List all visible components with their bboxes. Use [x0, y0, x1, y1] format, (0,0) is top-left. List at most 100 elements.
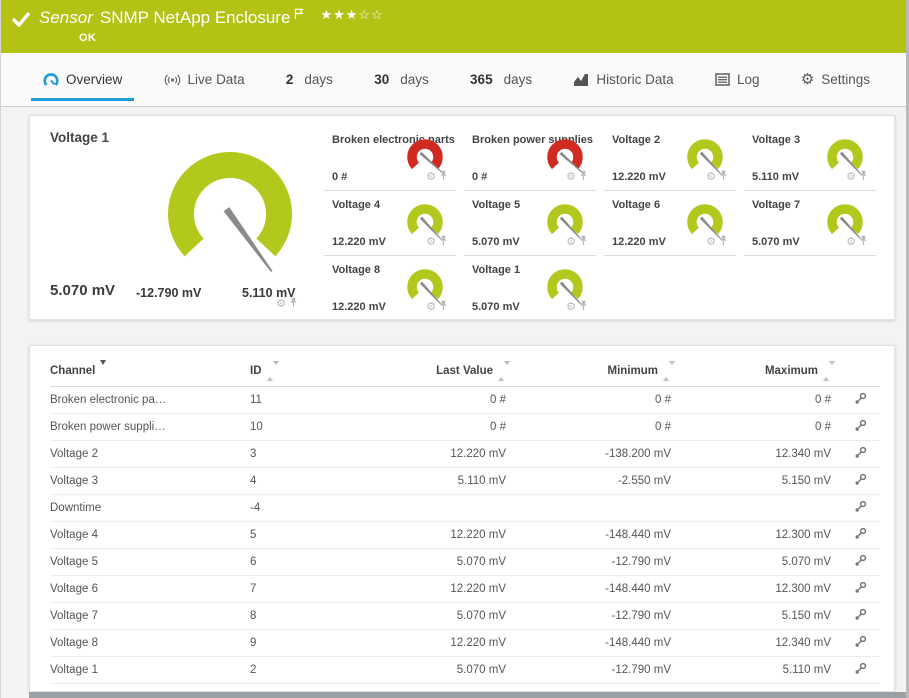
pin-icon[interactable] — [579, 233, 588, 251]
gear-icon[interactable]: ⚙ — [426, 236, 436, 248]
tab-365-days[interactable]: 365 days — [458, 53, 544, 106]
star-empty-icon[interactable]: ☆ — [358, 7, 371, 22]
channel-settings-icon[interactable] — [854, 554, 867, 570]
pin-icon[interactable] — [579, 168, 588, 186]
channel-minimum: -148.440 mV — [516, 521, 681, 549]
gauge-cell[interactable]: Voltage 8 12.220 mV ⚙ — [324, 256, 464, 321]
gauge-actions: ⚙ — [426, 233, 448, 251]
channel-name[interactable]: Voltage 4 — [50, 521, 250, 549]
pin-icon[interactable] — [439, 233, 448, 251]
pin-icon[interactable] — [439, 298, 448, 316]
channel-id: 2 — [250, 656, 368, 684]
star-filled-icon[interactable]: ★ — [320, 7, 333, 22]
gauge-cell[interactable]: Broken electronic parts 0 # ⚙ — [324, 126, 464, 191]
tab-log[interactable]: Log — [703, 53, 772, 106]
gear-icon[interactable]: ⚙ — [566, 301, 576, 313]
pin-icon[interactable] — [719, 168, 728, 186]
channel-id: 7 — [250, 575, 368, 603]
channel-name[interactable]: Broken power suppli… — [50, 413, 250, 441]
gauge-actions: ⚙ — [566, 168, 588, 186]
header-maximum[interactable]: Maximum — [681, 356, 841, 387]
channel-settings-icon[interactable] — [854, 473, 867, 489]
gauge-cell[interactable]: Voltage 1 5.070 mV ⚙ — [464, 256, 604, 321]
table-row[interactable]: Voltage 7 8 5.070 mV -12.790 mV 5.150 mV — [50, 602, 880, 630]
gauge-title: Voltage 1 — [472, 264, 521, 276]
tab-overview[interactable]: Overview — [31, 53, 135, 106]
star-empty-icon[interactable]: ☆ — [371, 7, 384, 22]
table-row[interactable]: Voltage 4 5 12.220 mV -148.440 mV 12.300… — [50, 521, 880, 549]
historic-data-icon — [573, 73, 589, 87]
main-gauge-voltage-1[interactable]: Voltage 1 5.070 mV -12.790 mV 5.110 mV ⚙ — [30, 116, 314, 319]
table-row[interactable]: Voltage 6 7 12.220 mV -148.440 mV 12.300… — [50, 575, 880, 603]
table-row[interactable]: Voltage 1 2 5.070 mV -12.790 mV 5.110 mV — [50, 656, 880, 684]
gear-icon[interactable]: ⚙ — [566, 171, 576, 183]
pin-icon[interactable] — [439, 168, 448, 186]
gear-icon[interactable]: ⚙ — [426, 301, 436, 313]
channel-name[interactable]: Voltage 1 — [50, 656, 250, 684]
channel-settings-icon[interactable] — [854, 419, 867, 435]
table-row[interactable]: Voltage 2 3 12.220 mV -138.200 mV 12.340… — [50, 440, 880, 468]
channels-table: Channel ID Last Value Minimum Maximum Br… — [50, 356, 880, 684]
star-rating[interactable]: ★★★☆☆ — [320, 4, 383, 26]
table-row[interactable]: Voltage 3 4 5.110 mV -2.550 mV 5.150 mV — [50, 467, 880, 495]
channel-maximum: 0 # — [681, 413, 841, 441]
channel-settings-icon[interactable] — [854, 608, 867, 624]
header-minimum[interactable]: Minimum — [516, 356, 681, 387]
tab-settings[interactable]: ⚙ Settings — [789, 53, 882, 106]
gear-icon[interactable]: ⚙ — [566, 236, 576, 248]
tab-live-data[interactable]: Live Data — [152, 53, 257, 106]
star-filled-icon[interactable]: ★ — [333, 7, 346, 22]
channel-settings-icon[interactable] — [854, 392, 867, 408]
star-filled-icon[interactable]: ★ — [346, 7, 359, 22]
gear-icon[interactable]: ⚙ — [276, 298, 286, 310]
table-row[interactable]: Voltage 8 9 12.220 mV -148.440 mV 12.340… — [50, 629, 880, 657]
header-id[interactable]: ID — [250, 356, 368, 387]
channel-name[interactable]: Voltage 7 — [50, 602, 250, 630]
pin-icon[interactable] — [719, 233, 728, 251]
channel-name[interactable]: Voltage 8 — [50, 629, 250, 657]
table-row[interactable]: Downtime -4 — [50, 494, 880, 522]
pin-icon[interactable] — [289, 295, 298, 313]
table-row[interactable]: Broken power suppli… 10 0 # 0 # 0 # — [50, 413, 880, 441]
channel-name[interactable]: Voltage 3 — [50, 467, 250, 495]
channel-name[interactable]: Downtime — [50, 494, 250, 522]
gear-icon[interactable]: ⚙ — [706, 236, 716, 248]
pin-icon[interactable] — [859, 168, 868, 186]
tab-2-days[interactable]: 2 days — [274, 53, 345, 106]
tab-historic-data[interactable]: Historic Data — [561, 53, 685, 106]
gear-icon[interactable]: ⚙ — [706, 171, 716, 183]
pin-icon[interactable] — [859, 233, 868, 251]
gauge-cell[interactable]: Voltage 6 12.220 mV ⚙ — [604, 191, 744, 256]
gauge-cell[interactable]: Voltage 2 12.220 mV ⚙ — [604, 126, 744, 191]
flag-icon[interactable] — [294, 5, 305, 27]
channel-name[interactable]: Voltage 5 — [50, 548, 250, 576]
channel-maximum: 0 # — [681, 386, 841, 414]
gauge-cell[interactable]: Voltage 3 5.110 mV ⚙ — [744, 126, 884, 191]
channel-settings-icon[interactable] — [854, 635, 867, 651]
channel-name[interactable]: Voltage 2 — [50, 440, 250, 468]
gauge-cell[interactable]: Voltage 5 5.070 mV ⚙ — [464, 191, 604, 256]
gauge-actions: ⚙ — [566, 298, 588, 316]
gauge-title: Voltage 4 — [332, 199, 381, 211]
table-row[interactable]: Voltage 5 6 5.070 mV -12.790 mV 5.070 mV — [50, 548, 880, 576]
gear-icon[interactable]: ⚙ — [426, 171, 436, 183]
channel-name[interactable]: Voltage 6 — [50, 575, 250, 603]
gauge-cell[interactable]: Voltage 7 5.070 mV ⚙ — [744, 191, 884, 256]
channel-settings-icon[interactable] — [854, 500, 867, 516]
gauge-cell[interactable]: Voltage 4 12.220 mV ⚙ — [324, 191, 464, 256]
channel-settings-icon[interactable] — [854, 446, 867, 462]
channel-settings-icon[interactable] — [854, 581, 867, 597]
sort-icon — [498, 360, 510, 381]
channel-settings-icon[interactable] — [854, 662, 867, 678]
header-last-value[interactable]: Last Value — [368, 356, 516, 387]
table-row[interactable]: Broken electronic pa… 11 0 # 0 # 0 # — [50, 386, 880, 414]
channel-name[interactable]: Broken electronic pa… — [50, 386, 250, 414]
header-channel[interactable]: Channel — [50, 356, 250, 387]
tab-30-days[interactable]: 30 days — [362, 53, 441, 106]
pin-icon[interactable] — [579, 298, 588, 316]
channel-settings-icon[interactable] — [854, 527, 867, 543]
gear-icon[interactable]: ⚙ — [846, 171, 856, 183]
gear-icon[interactable]: ⚙ — [846, 236, 856, 248]
header-actions — [841, 356, 880, 387]
gauge-cell[interactable]: Broken power supplies 0 # ⚙ — [464, 126, 604, 191]
